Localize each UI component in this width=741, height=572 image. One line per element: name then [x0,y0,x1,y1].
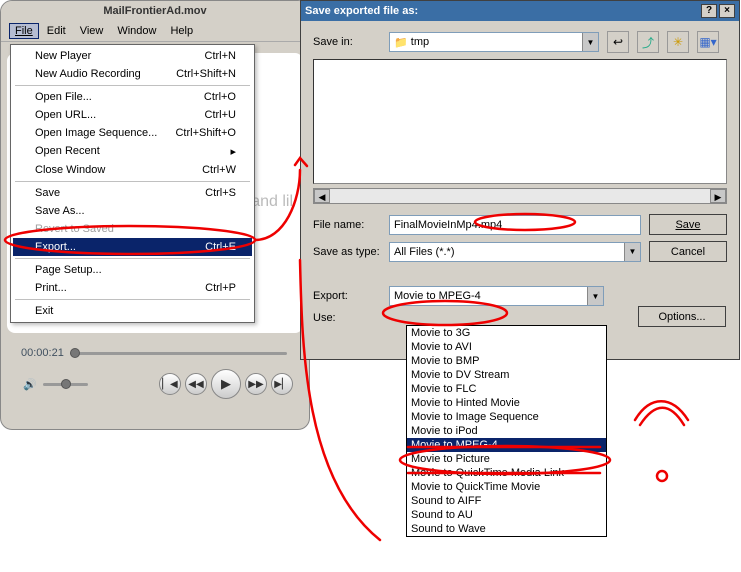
export-option[interactable]: Movie to Picture [407,452,606,466]
dialog-title: Save exported file as: [305,5,418,17]
folder-icon: 📁 [394,36,408,49]
export-options-list[interactable]: Movie to 3GMovie to AVIMovie to BMPMovie… [406,325,607,537]
export-option[interactable]: Sound to AU [407,508,606,522]
menu-edit[interactable]: Edit [41,23,72,39]
file-menu-dropdown: New PlayerCtrl+NNew Audio RecordingCtrl+… [10,44,255,323]
save-button[interactable]: Save [649,214,727,235]
file-menu-item[interactable]: Open Image Sequence...Ctrl+Shift+O [13,124,252,142]
menu-separator [15,85,250,86]
close-button[interactable]: × [719,4,735,18]
export-option[interactable]: Movie to Hinted Movie [407,396,606,410]
horizontal-scrollbar[interactable]: ◀ ▶ [313,188,727,204]
export-option[interactable]: Movie to BMP [407,354,606,368]
rewind-button[interactable]: ◀◀ [185,373,207,395]
help-button[interactable]: ? [701,4,717,18]
menu-window[interactable]: Window [111,23,162,39]
up-icon[interactable]: ⤴ [637,31,659,53]
chevron-down-icon: ▼ [587,287,603,305]
save-in-value: tmp [411,36,429,48]
export-option[interactable]: Sound to AIFF [407,494,606,508]
file-menu-item[interactable]: New Audio RecordingCtrl+Shift+N [13,65,252,83]
video-frame-text: and lil [251,193,293,211]
volume-track[interactable] [43,383,88,386]
export-option[interactable]: Movie to AVI [407,340,606,354]
menu-view[interactable]: View [74,23,110,39]
menu-bar: File Edit View Window Help [1,21,309,42]
menu-help[interactable]: Help [164,23,199,39]
file-menu-item[interactable]: Print...Ctrl+P [13,279,252,297]
menu-file[interactable]: File [9,23,39,39]
save-as-type-value: All Files (*.*) [394,246,455,258]
scroll-right-button[interactable]: ▶ [710,189,726,203]
file-menu-item[interactable]: Export...Ctrl+E [13,238,252,256]
file-list[interactable] [313,59,727,184]
window-title: MailFrontierAd.mov [1,1,309,21]
seek-track[interactable] [70,352,287,355]
file-menu-item[interactable]: Save As... [13,202,252,220]
export-option[interactable]: Movie to Image Sequence [407,410,606,424]
new-folder-icon[interactable]: ✳ [667,31,689,53]
file-menu-item[interactable]: SaveCtrl+S [13,184,252,202]
chevron-down-icon: ▼ [582,33,598,51]
volume-control[interactable]: 🔊 [23,378,88,391]
menu-separator [15,258,250,259]
save-as-type-label: Save as type: [313,246,381,258]
seek-thumb[interactable] [70,348,80,358]
file-menu-item[interactable]: Open URL...Ctrl+U [13,106,252,124]
file-name-label: File name: [313,219,381,231]
export-option[interactable]: Sound to Wave [407,522,606,536]
forward-end-button[interactable]: ▶▏ [271,373,293,395]
export-option[interactable]: Movie to iPod [407,424,606,438]
menu-separator [15,181,250,182]
export-label: Export: [313,290,381,302]
export-option[interactable]: Movie to QuickTime Media Link [407,466,606,480]
save-in-label: Save in: [313,36,381,48]
views-icon[interactable]: ▦▾ [697,31,719,53]
chevron-down-icon: ▼ [624,243,640,261]
rewind-start-button[interactable]: ▏◀ [159,373,181,395]
fastforward-button[interactable]: ▶▶ [245,373,267,395]
file-menu-item[interactable]: Exit [13,302,252,320]
scroll-left-button[interactable]: ◀ [314,189,330,203]
back-icon[interactable]: ↩ [607,31,629,53]
export-option[interactable]: Movie to FLC [407,382,606,396]
save-in-dropdown[interactable]: 📁 tmp ▼ [389,32,599,52]
file-menu-item[interactable]: Open File...Ctrl+O [13,88,252,106]
cancel-button[interactable]: Cancel [649,241,727,262]
volume-thumb[interactable] [61,379,71,389]
timecode: 00:00:21 [21,347,64,359]
export-option[interactable]: Movie to DV Stream [407,368,606,382]
export-dropdown[interactable]: Movie to MPEG-4 ▼ [389,286,604,306]
seek-bar[interactable]: 00:00:21 [15,347,295,359]
file-menu-item[interactable]: Close WindowCtrl+W [13,161,252,179]
file-menu-item[interactable]: Open Recent▸ [13,142,252,161]
export-option[interactable]: Movie to 3G [407,326,606,340]
dialog-title-bar: Save exported file as: ? × [301,1,739,21]
export-value: Movie to MPEG-4 [394,290,481,302]
file-name-input[interactable] [389,215,641,235]
speaker-icon: 🔊 [23,378,37,391]
menu-separator [15,299,250,300]
file-menu-item: Revert to Saved [13,220,252,238]
export-option[interactable]: Movie to MPEG-4 [407,438,606,452]
use-label: Use: [313,312,381,324]
options-button[interactable]: Options... [638,306,726,327]
player-controls: 00:00:21 🔊 ▏◀ ◀◀ ▶ ▶▶ ▶▏ [7,341,303,421]
play-button[interactable]: ▶ [211,369,241,399]
export-option[interactable]: Movie to QuickTime Movie [407,480,606,494]
file-menu-item[interactable]: Page Setup... [13,261,252,279]
save-as-type-dropdown[interactable]: All Files (*.*) ▼ [389,242,641,262]
file-menu-item[interactable]: New PlayerCtrl+N [13,47,252,65]
